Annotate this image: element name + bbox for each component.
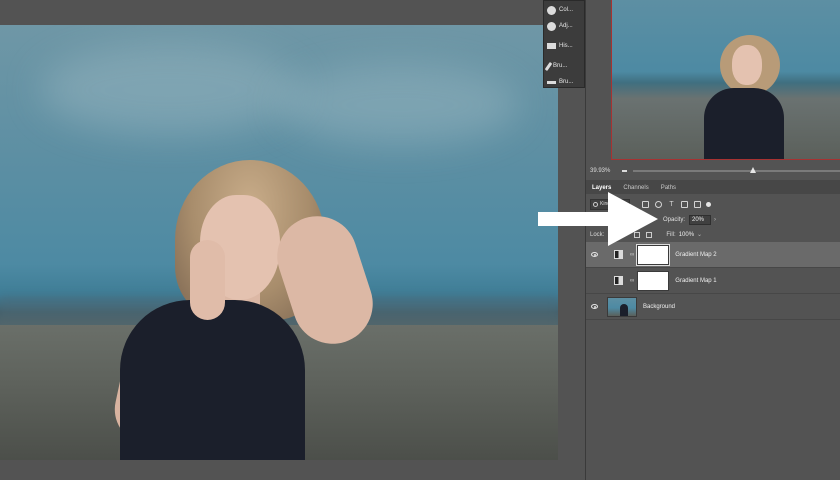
zoom-slider[interactable] [632, 167, 840, 173]
gradient-map-adjustment-icon [614, 276, 623, 285]
eye-icon[interactable] [591, 252, 598, 257]
brush-icon [544, 61, 553, 71]
panel-button-label: Bru... [553, 63, 568, 69]
layers-list: ∞ Gradient Map 2 ∞ Gradient Map 1 Backgr… [586, 242, 840, 320]
tab-paths[interactable]: Paths [655, 185, 682, 194]
histogram-icon [547, 43, 556, 49]
navigator-zoom-row: 39.93% [586, 163, 840, 179]
navigator-preview[interactable] [611, 0, 840, 160]
chevron-right-icon[interactable]: › [714, 217, 716, 223]
canvas-bottom-bar [0, 460, 585, 480]
panel-button-histogram[interactable]: His... [547, 39, 584, 53]
panel-button-brushes[interactable]: Bru... [544, 59, 584, 73]
fill-input[interactable]: 100% [679, 232, 694, 238]
brush-settings-icon [547, 80, 556, 84]
photo-subject-shirt [120, 300, 305, 460]
photo-subject-hand [190, 240, 225, 320]
navigator-panel: 39.93% [586, 0, 840, 182]
panel-button-brush-settings[interactable]: Bru... [547, 75, 584, 89]
panel-button-label: Adj... [559, 23, 573, 29]
arrow-right-icon [538, 192, 658, 246]
layer-name[interactable]: Gradient Map 2 [675, 252, 716, 258]
opacity-input[interactable]: 20% [689, 215, 711, 225]
zoom-percentage[interactable]: 39.93% [590, 168, 620, 174]
layer-name[interactable]: Background [643, 304, 675, 310]
zoom-out-icon[interactable] [621, 170, 627, 172]
gradient-map-adjustment-icon [614, 250, 623, 259]
panel-button-label: His... [559, 43, 573, 49]
layer-thumbnail[interactable] [607, 296, 637, 317]
color-swatch-icon [547, 5, 556, 15]
adjustments-icon [547, 21, 556, 31]
collapsed-panels-strip: Col... Adj... His... Bru... Bru... [543, 0, 585, 88]
filter-smart-object-icon[interactable] [694, 200, 701, 208]
layer-name[interactable]: Gradient Map 1 [675, 278, 716, 284]
filter-toggle-icon[interactable] [706, 201, 711, 207]
panel-button-color[interactable]: Col... [547, 3, 584, 17]
photo-cloud [40, 45, 300, 135]
layer-row-background[interactable]: Background [586, 294, 840, 320]
photo-cloud [280, 65, 520, 145]
link-icon[interactable]: ∞ [630, 252, 634, 258]
document-canvas[interactable] [0, 25, 558, 460]
eye-icon[interactable] [591, 278, 598, 283]
layer-mask-thumbnail[interactable] [637, 270, 670, 291]
panel-button-label: Bru... [559, 79, 574, 85]
link-icon[interactable]: ∞ [630, 278, 634, 284]
panel-button-label: Col... [559, 7, 574, 13]
eye-icon[interactable] [591, 304, 598, 309]
filter-shape-icon[interactable] [681, 200, 688, 208]
fill-label: Fill: [666, 231, 676, 238]
layer-mask-thumbnail[interactable] [636, 243, 671, 266]
panel-button-adjustments[interactable]: Adj... [547, 19, 584, 33]
filter-type-icon[interactable]: T [668, 201, 675, 208]
layer-row-gradient-map-1[interactable]: ∞ Gradient Map 1 [586, 268, 840, 294]
zoom-slider-handle[interactable] [750, 167, 757, 173]
chevron-down-icon[interactable]: ⌄ [697, 231, 702, 238]
photoshop-workspace: Col... Adj... His... Bru... Bru... 39.93… [0, 0, 840, 480]
opacity-label: Opacity: [662, 217, 685, 223]
